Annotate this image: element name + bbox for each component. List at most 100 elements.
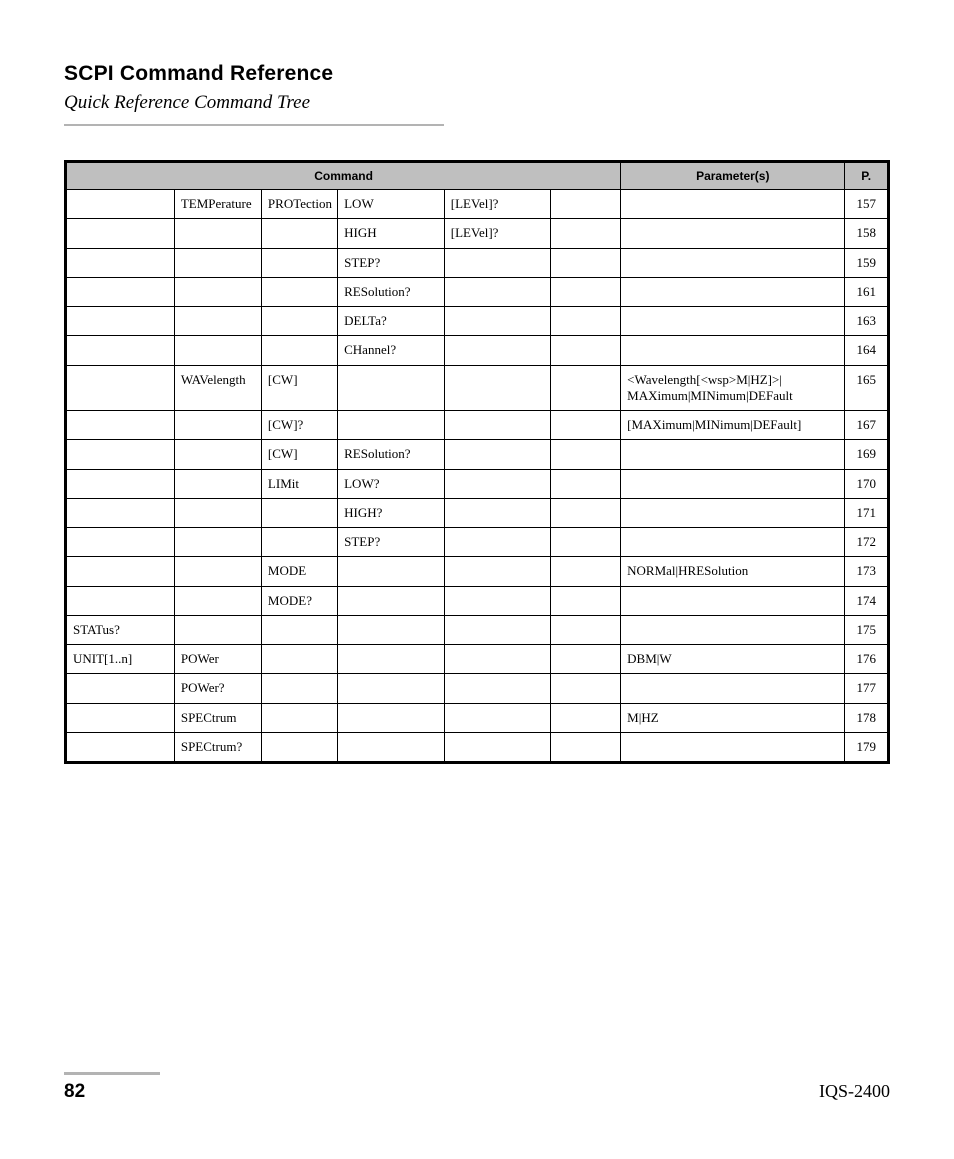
cell-command [261,703,337,732]
cell-command: [CW] [261,440,337,469]
cell-command [551,248,621,277]
cell-command [66,307,175,336]
cell-command: STATus? [66,615,175,644]
page-footer: 82 IQS-2400 [64,1072,890,1103]
cell-command [551,336,621,365]
cell-command [444,277,551,306]
cell-command [444,732,551,762]
table-row: SPECtrum?179 [66,732,889,762]
cell-command: RESolution? [338,277,445,306]
cell-command [444,365,551,411]
cell-command [338,557,445,586]
cell-command [338,615,445,644]
cell-command [338,586,445,615]
cell-command [261,498,337,527]
cell-command: WAVelength [174,365,261,411]
footer-rule [64,1072,160,1075]
cell-command [66,557,175,586]
cell-parameter [621,498,845,527]
cell-command [66,440,175,469]
table-row: MODE?174 [66,586,889,615]
cell-command [66,469,175,498]
cell-command [551,219,621,248]
cell-command [66,674,175,703]
cell-parameter: DBM|W [621,645,845,674]
cell-command [261,307,337,336]
cell-command [338,674,445,703]
cell-command [174,277,261,306]
cell-command [551,732,621,762]
cell-page: 173 [845,557,889,586]
cell-page: 158 [845,219,889,248]
table-row: LIMitLOW? 170 [66,469,889,498]
cell-command [66,703,175,732]
cell-command [66,586,175,615]
cell-command [261,336,337,365]
cell-command [261,219,337,248]
cell-page: 176 [845,645,889,674]
table-row: SPECtrumM|HZ178 [66,703,889,732]
table-body: TEMPeraturePROTectionLOW[LEVel]?157HIGH[… [66,190,889,763]
document-id: IQS-2400 [819,1081,890,1102]
cell-parameter [621,586,845,615]
cell-command: [LEVel]? [444,190,551,219]
table-row: RESolution? 161 [66,277,889,306]
cell-command [261,615,337,644]
cell-command: LOW [338,190,445,219]
cell-parameter: M|HZ [621,703,845,732]
cell-command [174,411,261,440]
cell-page: 161 [845,277,889,306]
cell-command [551,365,621,411]
cell-command [551,645,621,674]
page-number: 82 [64,1081,85,1103]
cell-command [66,365,175,411]
cell-page: 177 [845,674,889,703]
cell-command [261,528,337,557]
cell-command: POWer? [174,674,261,703]
cell-command [551,411,621,440]
cell-command: LIMit [261,469,337,498]
cell-command [551,586,621,615]
cell-command [444,703,551,732]
cell-page: 170 [845,469,889,498]
cell-page: 167 [845,411,889,440]
cell-command [444,557,551,586]
cell-command: STEP? [338,528,445,557]
cell-parameter [621,219,845,248]
cell-command [444,586,551,615]
cell-command [174,615,261,644]
cell-command [444,307,551,336]
cell-command [261,732,337,762]
cell-parameter [621,190,845,219]
cell-command [444,336,551,365]
header-rule [64,124,444,126]
table-row: HIGH[LEVel]?158 [66,219,889,248]
cell-page: 171 [845,498,889,527]
cell-command: LOW? [338,469,445,498]
cell-command [66,219,175,248]
cell-command [551,528,621,557]
cell-command: PROTection [261,190,337,219]
cell-command [174,498,261,527]
cell-command: SPECtrum? [174,732,261,762]
cell-command [551,440,621,469]
cell-command: RESolution? [338,440,445,469]
cell-command [66,411,175,440]
cell-command [261,248,337,277]
cell-command [66,336,175,365]
cell-command: MODE [261,557,337,586]
cell-command [338,645,445,674]
page-title: SCPI Command Reference [64,62,890,86]
cell-command [444,615,551,644]
table-row: UNIT[1..n]POWerDBM|W176 [66,645,889,674]
cell-command: HIGH? [338,498,445,527]
cell-command [174,586,261,615]
cell-command [66,248,175,277]
cell-command [551,615,621,644]
page-subtitle: Quick Reference Command Tree [64,92,890,114]
cell-command: TEMPerature [174,190,261,219]
cell-command: HIGH [338,219,445,248]
cell-command [174,440,261,469]
cell-parameter [621,469,845,498]
cell-page: 178 [845,703,889,732]
